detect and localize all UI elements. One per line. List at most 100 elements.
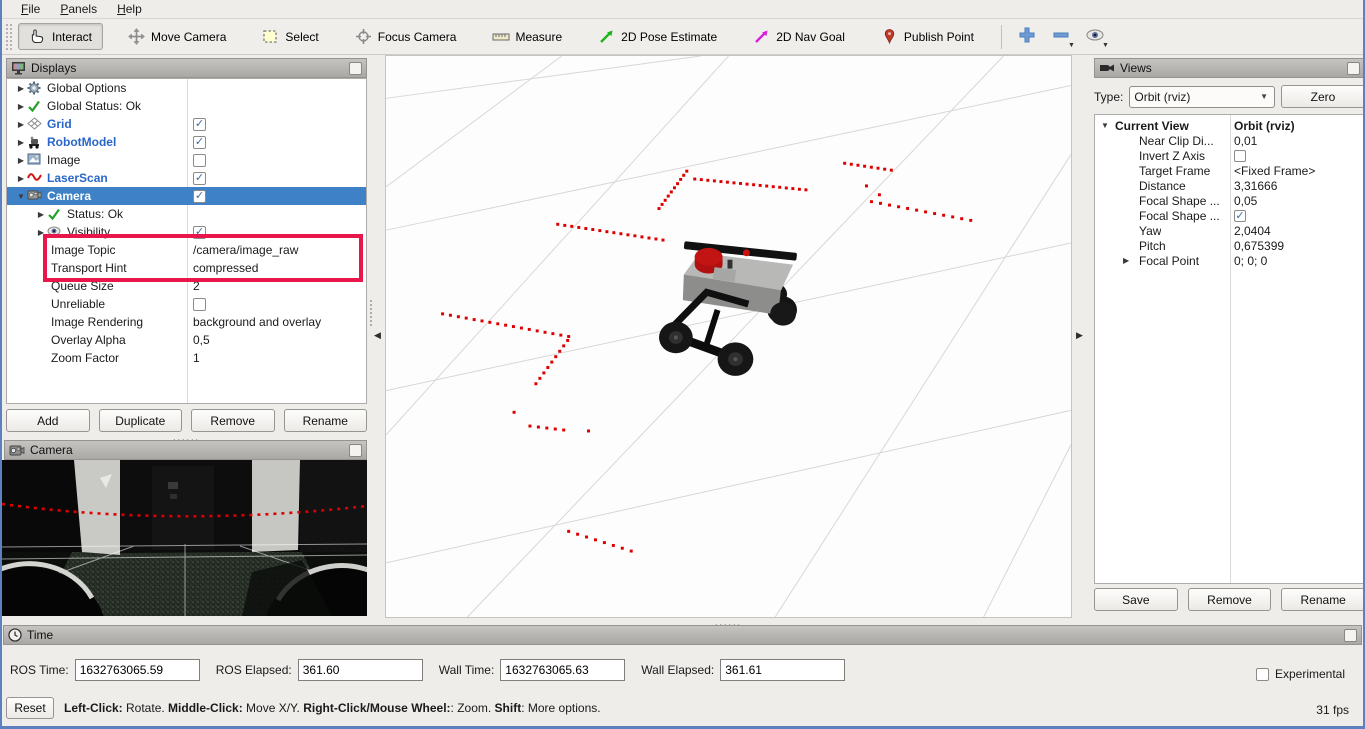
row-value[interactable]: 2,0404 bbox=[1234, 224, 1271, 238]
row-value[interactable]: 0,01 bbox=[1234, 134, 1257, 148]
row-checkbox[interactable] bbox=[193, 298, 206, 311]
collapse-right-arrow-icon[interactable]: ▶ bbox=[1076, 330, 1083, 341]
left-splitter-grip[interactable] bbox=[370, 300, 372, 326]
toolbar-drag-handle[interactable] bbox=[6, 24, 12, 50]
display-row-global-options[interactable]: ▶Global Options bbox=[7, 79, 366, 97]
display-row-status-ok[interactable]: ▶Status: Ok bbox=[7, 205, 366, 223]
row-checkbox[interactable]: ✓ bbox=[193, 118, 206, 131]
row-value[interactable]: /camera/image_raw bbox=[193, 243, 298, 257]
view-row-current-view[interactable]: ▼Current ViewOrbit (rviz) bbox=[1095, 118, 1364, 133]
ros-elapsed-input[interactable] bbox=[298, 659, 423, 681]
view-row-yaw[interactable]: Yaw2,0404 bbox=[1095, 223, 1364, 238]
view-row-focal-point[interactable]: ▶Focal Point0; 0; 0 bbox=[1095, 253, 1364, 268]
row-value[interactable]: 0; 0; 0 bbox=[1234, 254, 1267, 268]
rename-display-button[interactable]: Rename bbox=[284, 409, 368, 432]
wall-time-input[interactable] bbox=[500, 659, 625, 681]
views-type-dropdown[interactable]: Orbit (rviz) ▼ bbox=[1129, 86, 1275, 108]
display-row-laserscan[interactable]: ▶LaserScan✓ bbox=[7, 169, 366, 187]
remove-view-button[interactable]: Remove bbox=[1188, 588, 1272, 611]
view-row-target-frame[interactable]: Target Frame<Fixed Frame> bbox=[1095, 163, 1364, 178]
row-checkbox[interactable] bbox=[193, 154, 206, 167]
expand-right-icon[interactable]: ▶ bbox=[15, 174, 27, 183]
display-row-queue-size[interactable]: Queue Size2 bbox=[7, 277, 366, 295]
duplicate-display-button[interactable]: Duplicate bbox=[99, 409, 183, 432]
wall-elapsed-input[interactable] bbox=[720, 659, 845, 681]
collapse-left-arrow-icon[interactable]: ◀ bbox=[374, 330, 381, 341]
tool-focus-camera[interactable]: Focus Camera bbox=[344, 23, 468, 50]
display-row-global-status-ok[interactable]: ▶Global Status: Ok bbox=[7, 97, 366, 115]
display-row-zoom-factor[interactable]: Zoom Factor1 bbox=[7, 349, 366, 367]
view-row-focal-shape[interactable]: Focal Shape ...0,05 bbox=[1095, 193, 1364, 208]
zero-button[interactable]: Zero bbox=[1281, 85, 1365, 108]
expand-right-icon[interactable]: ▶ bbox=[15, 156, 27, 165]
menu-item-panels[interactable]: Panels bbox=[51, 1, 106, 17]
row-value[interactable]: background and overlay bbox=[193, 315, 321, 329]
camera-float-button[interactable] bbox=[349, 444, 362, 457]
rename-view-button[interactable]: Rename bbox=[1281, 588, 1365, 611]
menu-item-file[interactable]: File bbox=[12, 1, 49, 17]
display-row-image-rendering[interactable]: Image Renderingbackground and overlay bbox=[7, 313, 366, 331]
tool-move-camera[interactable]: Move Camera bbox=[117, 23, 237, 50]
display-row-camera[interactable]: ▼Camera✓ bbox=[7, 187, 366, 205]
view-row-focal-shape[interactable]: Focal Shape ...✓ bbox=[1095, 208, 1364, 223]
expand-right-icon[interactable]: ▶ bbox=[15, 120, 27, 129]
expand-right-icon[interactable]: ▶ bbox=[35, 228, 47, 237]
display-row-grid[interactable]: ▶Grid✓ bbox=[7, 115, 366, 133]
row-checkbox[interactable] bbox=[1234, 150, 1246, 162]
row-checkbox[interactable]: ✓ bbox=[1234, 210, 1246, 222]
view-row-distance[interactable]: Distance3,31666 bbox=[1095, 178, 1364, 193]
tool-2d-nav-goal[interactable]: 2D Nav Goal bbox=[742, 23, 856, 50]
remove-display-button[interactable]: Remove bbox=[191, 409, 275, 432]
ros-time-input[interactable] bbox=[75, 659, 200, 681]
row-value[interactable]: 2 bbox=[193, 279, 200, 293]
add-display-button[interactable]: Add bbox=[6, 409, 90, 432]
menu-item-help[interactable]: Help bbox=[108, 1, 151, 17]
add-tool-plus-button[interactable] bbox=[1012, 25, 1042, 49]
expand-right-icon[interactable]: ▶ bbox=[15, 138, 27, 147]
view-row-invert-z-axis[interactable]: Invert Z Axis bbox=[1095, 148, 1364, 163]
row-value[interactable]: 3,31666 bbox=[1234, 179, 1277, 193]
display-row-image-topic[interactable]: Image Topic/camera/image_raw bbox=[7, 241, 366, 259]
remove-tool-minus-button[interactable]: ▼ bbox=[1046, 25, 1076, 49]
expand-right-icon[interactable]: ▶ bbox=[35, 210, 47, 219]
experimental-toggle[interactable]: Experimental bbox=[1256, 667, 1345, 681]
view-row-near-clip-di[interactable]: Near Clip Di...0,01 bbox=[1095, 133, 1364, 148]
time-float-button[interactable] bbox=[1344, 629, 1357, 642]
tool-2d-pose-estimate[interactable]: 2D Pose Estimate bbox=[587, 23, 728, 50]
row-value[interactable]: Orbit (rviz) bbox=[1234, 119, 1295, 133]
row-value[interactable]: compressed bbox=[193, 261, 258, 275]
display-row-overlay-alpha[interactable]: Overlay Alpha0,5 bbox=[7, 331, 366, 349]
display-row-unreliable[interactable]: Unreliable bbox=[7, 295, 366, 313]
row-checkbox[interactable]: ✓ bbox=[193, 190, 206, 203]
views-float-button[interactable] bbox=[1347, 62, 1360, 75]
camera-panel-icon bbox=[9, 444, 25, 457]
tool-measure[interactable]: Measure bbox=[481, 23, 573, 50]
row-value[interactable]: 0,05 bbox=[1234, 194, 1257, 208]
expand-right-icon[interactable]: ▶ bbox=[15, 102, 27, 111]
display-row-robotmodel[interactable]: ▶RobotModel✓ bbox=[7, 133, 366, 151]
expand-down-icon[interactable]: ▼ bbox=[1101, 121, 1109, 130]
row-value[interactable]: 0,675399 bbox=[1234, 239, 1284, 253]
row-checkbox[interactable]: ✓ bbox=[193, 226, 206, 239]
view-row-pitch[interactable]: Pitch0,675399 bbox=[1095, 238, 1364, 253]
row-value[interactable]: <Fixed Frame> bbox=[1234, 164, 1315, 178]
reset-button[interactable]: Reset bbox=[6, 697, 54, 719]
tool-interact[interactable]: Interact bbox=[18, 23, 103, 50]
row-value[interactable]: 1 bbox=[193, 351, 200, 365]
tool-select[interactable]: Select bbox=[251, 23, 329, 50]
display-row-transport-hint[interactable]: Transport Hintcompressed bbox=[7, 259, 366, 277]
expand-right-icon[interactable]: ▶ bbox=[1123, 256, 1129, 265]
tool-publish-point[interactable]: Publish Point bbox=[870, 23, 985, 50]
expand-down-icon[interactable]: ▼ bbox=[15, 192, 27, 201]
expand-right-icon[interactable]: ▶ bbox=[15, 84, 27, 93]
render-viewport-3d[interactable] bbox=[385, 55, 1072, 618]
display-row-visibility[interactable]: ▶Visibility✓ bbox=[7, 223, 366, 241]
row-checkbox[interactable]: ✓ bbox=[193, 172, 206, 185]
row-value[interactable]: 0,5 bbox=[193, 333, 210, 347]
tool-visibility-eye-button[interactable]: ▼ bbox=[1080, 25, 1110, 49]
row-checkbox[interactable]: ✓ bbox=[193, 136, 206, 149]
experimental-checkbox[interactable] bbox=[1256, 668, 1269, 681]
displays-float-button[interactable] bbox=[349, 62, 362, 75]
display-row-image[interactable]: ▶Image bbox=[7, 151, 366, 169]
save-view-button[interactable]: Save bbox=[1094, 588, 1178, 611]
